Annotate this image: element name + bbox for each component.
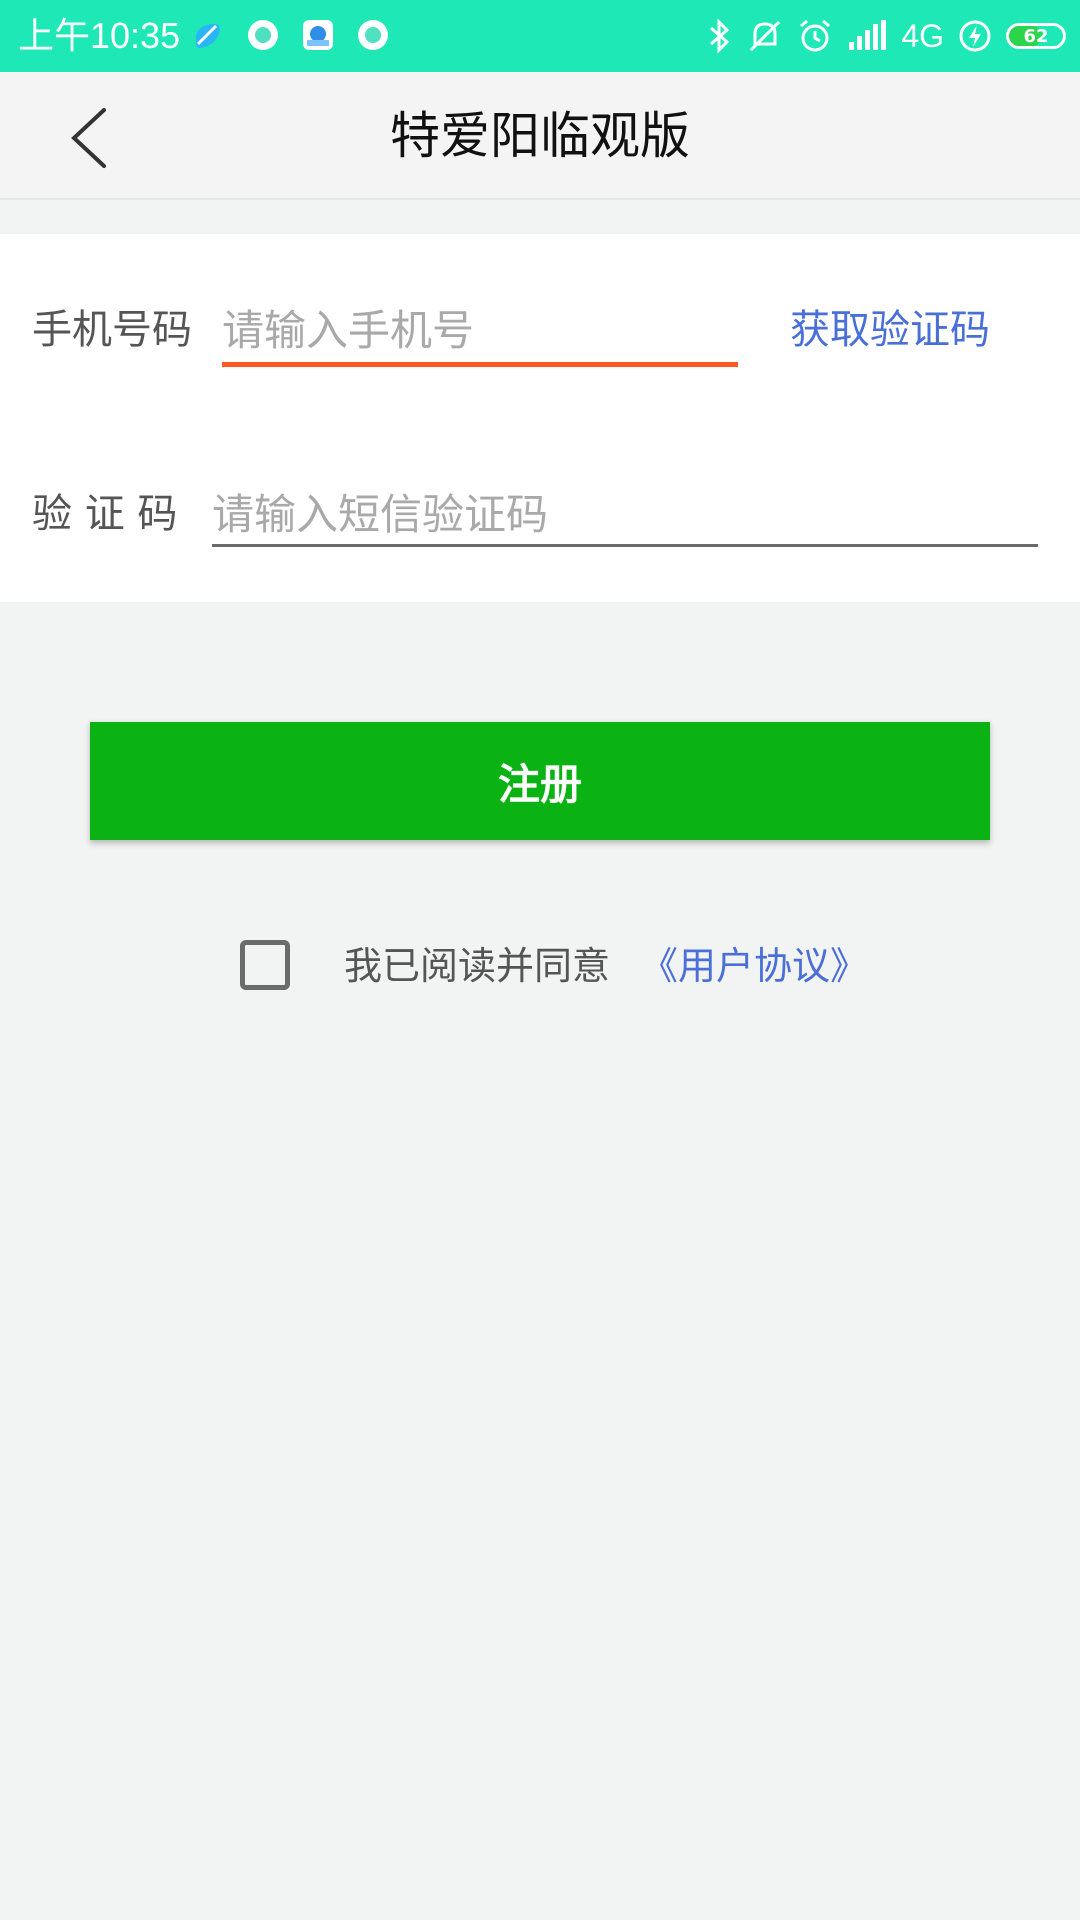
app-icon-2 — [248, 20, 278, 50]
register-button[interactable]: 注册 — [90, 722, 990, 840]
phone-input-underline — [222, 362, 738, 367]
agreement-text: 我已阅读并同意 — [344, 944, 611, 988]
code-input-underline — [212, 544, 1038, 547]
phone-label: 手机号码 — [32, 307, 192, 353]
status-bar: 上午10:35 4G 62 — [0, 0, 1080, 72]
battery-level: 62 — [1023, 25, 1049, 47]
status-time: 上午10:35 — [18, 15, 181, 56]
user-agreement-link[interactable]: 《用户协议》 — [640, 938, 868, 994]
code-label: 验 证 码 — [32, 491, 178, 537]
title-bar: 特爱阳临观版 — [0, 72, 1080, 200]
get-code-button[interactable]: 获取验证码 — [790, 302, 990, 358]
signal-icon — [849, 20, 887, 50]
register-form: 手机号码 获取验证码 验 证 码 — [0, 234, 1080, 602]
code-input[interactable] — [212, 486, 1032, 542]
alarm-icon — [800, 19, 831, 52]
phone-input[interactable] — [222, 302, 722, 358]
app-icon-4 — [358, 20, 388, 50]
charging-icon — [959, 20, 991, 52]
app-icon-3 — [303, 20, 333, 50]
bluetooth-icon — [710, 18, 730, 54]
page-title: 特爱阳临观版 — [390, 107, 690, 165]
battery-icon: 62 — [1006, 23, 1066, 49]
status-icons: 4G 62 — [707, 12, 1066, 60]
mute-icon — [750, 20, 781, 52]
app-icon-1 — [195, 23, 220, 48]
network-type: 4G — [901, 17, 944, 54]
agreement-checkbox[interactable] — [240, 940, 290, 990]
